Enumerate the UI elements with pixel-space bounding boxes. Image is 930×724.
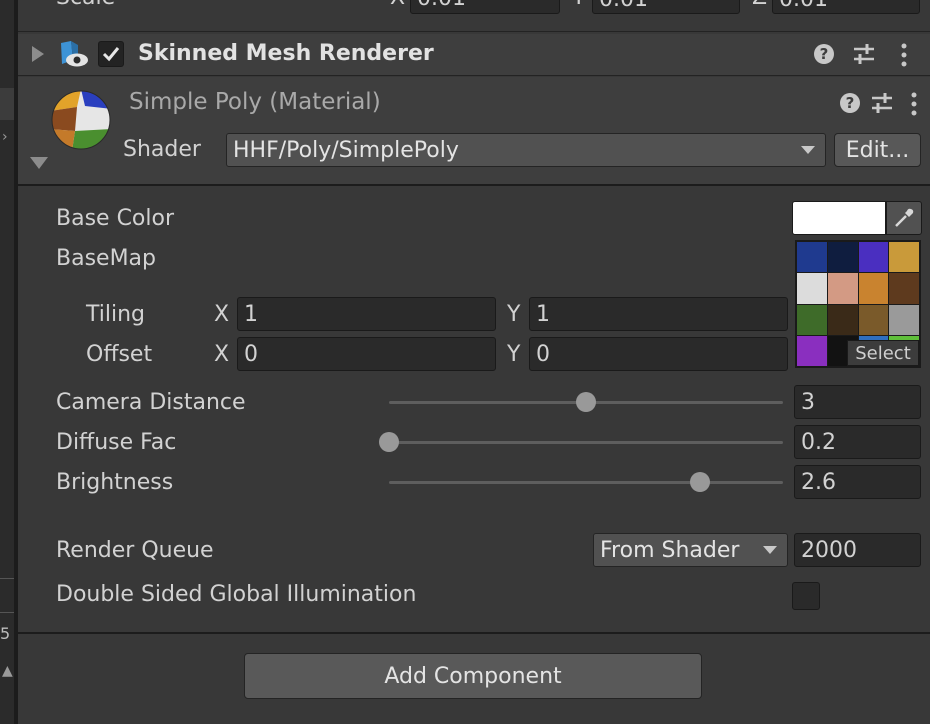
- material-sliders-icon[interactable]: [870, 92, 894, 114]
- skinned-mesh-renderer-icon: [61, 41, 88, 67]
- tiling-x-axis-label: X: [214, 302, 230, 327]
- brightness-label: Brightness: [56, 470, 174, 495]
- material-header: Simple Poly (Material) ? Shader HHF/Poly…: [18, 77, 930, 184]
- scale-x-field[interactable]: 0.01: [410, 0, 560, 14]
- dsgi-label: Double Sided Global Illumination: [56, 582, 417, 607]
- left-panel-strip: › 5 ▲: [0, 0, 14, 724]
- tiling-y-axis-label: Y: [507, 302, 521, 327]
- scale-z-field[interactable]: 0.01: [772, 0, 920, 14]
- component-header[interactable]: Skinned Mesh Renderer ?: [18, 34, 930, 76]
- render-queue-mode-dropdown[interactable]: From Shader: [593, 533, 788, 567]
- kebab-menu-icon[interactable]: [900, 43, 908, 67]
- component-title: Skinned Mesh Renderer: [138, 41, 434, 66]
- brightness-slider[interactable]: [389, 472, 783, 492]
- texture-swatch: [797, 335, 827, 366]
- shader-dropdown[interactable]: HHF/Poly/SimplePoly: [226, 133, 826, 167]
- scale-label: Scale: [56, 0, 115, 10]
- render-queue-label: Render Queue: [56, 538, 214, 563]
- base-color-label: Base Color: [56, 206, 175, 231]
- texture-swatch: [858, 273, 889, 304]
- texture-swatch: [797, 273, 827, 304]
- scale-row: Scale X 0.01 Y 0.01 Z 0.01: [18, 0, 930, 32]
- scale-x-axis-label: X: [390, 0, 405, 10]
- scale-y-field[interactable]: 0.01: [592, 0, 740, 14]
- diffuse-fac-field[interactable]: 0.2: [794, 425, 921, 459]
- material-foldout-arrow-icon[interactable]: [30, 157, 48, 169]
- texture-swatch: [858, 242, 889, 273]
- texture-swatch: [827, 273, 858, 304]
- material-sphere-icon: [51, 90, 111, 150]
- texture-swatch: [797, 242, 827, 273]
- basemap-label: BaseMap: [56, 246, 156, 271]
- scroll-up-arrow-icon[interactable]: ▲: [2, 664, 13, 678]
- material-kebab-menu-icon[interactable]: [910, 92, 918, 116]
- offset-x-axis-label: X: [214, 342, 230, 367]
- offset-y-axis-label: Y: [507, 342, 521, 367]
- diffuse-fac-slider[interactable]: [379, 432, 783, 452]
- eyedropper-button[interactable]: [886, 201, 922, 235]
- chevron-down-icon: [801, 146, 815, 154]
- left-strip-glyph: 5: [0, 624, 11, 643]
- texture-swatch: [889, 304, 919, 335]
- texture-swatch: [858, 304, 889, 335]
- camera-distance-slider-thumb[interactable]: [576, 392, 596, 412]
- camera-distance-label: Camera Distance: [56, 390, 246, 415]
- diffuse-fac-label: Diffuse Fac: [56, 430, 177, 455]
- scale-y-axis-label: Y: [572, 0, 585, 10]
- offset-x-field[interactable]: 0: [237, 337, 496, 371]
- brightness-field[interactable]: 2.6: [794, 465, 921, 499]
- add-component-button[interactable]: Add Component: [244, 653, 702, 699]
- texture-swatch: [827, 242, 858, 273]
- tiling-y-field[interactable]: 1: [529, 297, 788, 331]
- offset-label: Offset: [86, 342, 153, 367]
- texture-select-button[interactable]: Select: [847, 340, 919, 366]
- material-help-icon[interactable]: ?: [840, 93, 860, 113]
- base-color-swatch[interactable]: [792, 201, 886, 235]
- foldout-arrow-icon[interactable]: [32, 46, 44, 62]
- component-enabled-checkbox[interactable]: [98, 41, 124, 67]
- help-icon[interactable]: ?: [814, 44, 834, 64]
- dsgi-checkbox[interactable]: [792, 582, 820, 610]
- brightness-slider-thumb[interactable]: [690, 472, 711, 492]
- collapse-arrow-icon[interactable]: ›: [2, 130, 8, 144]
- shader-label: Shader: [123, 137, 201, 162]
- tiling-x-field[interactable]: 1: [237, 297, 496, 331]
- texture-swatch: [889, 273, 919, 304]
- material-name: Simple Poly (Material): [129, 89, 381, 115]
- edit-shader-button[interactable]: Edit...: [834, 133, 921, 167]
- texture-swatch: [889, 242, 919, 273]
- camera-distance-field[interactable]: 3: [794, 385, 921, 419]
- diffuse-fac-slider-thumb[interactable]: [379, 432, 399, 452]
- scale-z-axis-label: Z: [752, 0, 767, 10]
- render-queue-field[interactable]: 2000: [794, 533, 921, 567]
- camera-distance-slider[interactable]: [389, 392, 783, 412]
- eyedropper-icon: [895, 208, 914, 227]
- basemap-texture-slot[interactable]: Select: [795, 240, 921, 368]
- texture-swatch: [827, 304, 858, 335]
- tiling-label: Tiling: [86, 302, 146, 327]
- sliders-icon[interactable]: [852, 43, 876, 65]
- checkmark-icon: [102, 47, 120, 62]
- chevron-down-icon: [763, 546, 777, 554]
- texture-swatch: [797, 304, 827, 335]
- offset-y-field[interactable]: 0: [529, 337, 788, 371]
